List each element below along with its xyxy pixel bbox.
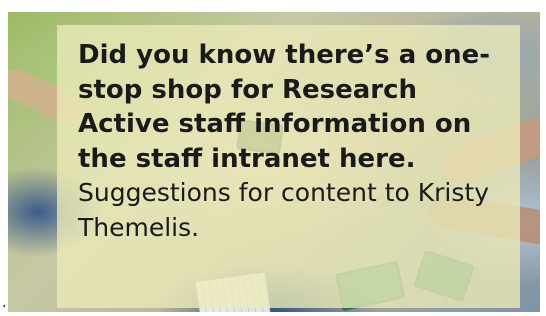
content-suggestion-text: Suggestions for content to Kristy Themel…	[78, 178, 489, 242]
stray-mark: .	[2, 295, 7, 311]
announcement-text: Did you know there’s a one-stop shop for…	[78, 38, 498, 245]
announcement-headline[interactable]: Did you know there’s a one-stop shop for…	[78, 40, 490, 174]
